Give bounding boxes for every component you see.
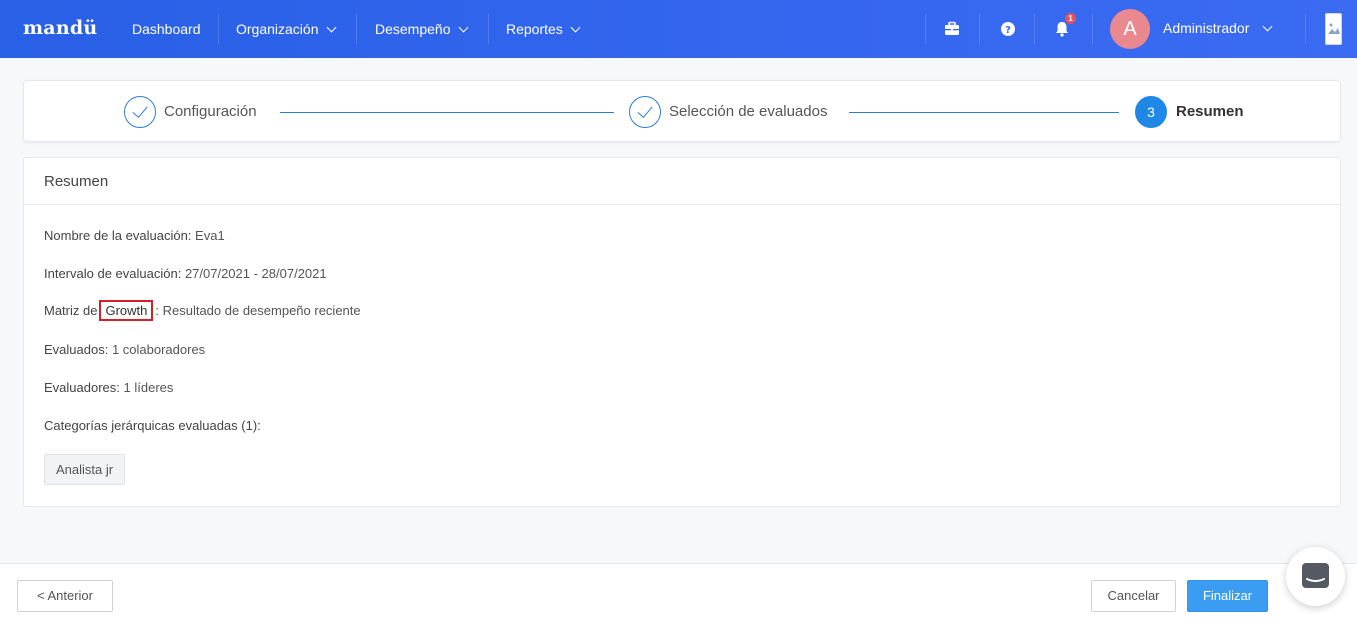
- nav-desempeno-label: Desempeño: [375, 21, 451, 37]
- avatar[interactable]: A: [1110, 9, 1150, 49]
- user-name: Administrador: [1163, 20, 1250, 36]
- step-connector: [280, 112, 614, 113]
- evaluation-interval-value: 27/07/2021 - 28/07/2021: [184, 266, 327, 281]
- previous-button[interactable]: < Anterior: [17, 580, 113, 612]
- chevron-down-icon: [570, 22, 581, 33]
- chat-launcher[interactable]: [1286, 547, 1345, 606]
- nav-divider: [1092, 14, 1093, 44]
- logo[interactable]: mandü: [23, 17, 97, 39]
- help-icon[interactable]: ?: [998, 19, 1018, 39]
- evaluation-name-label: Nombre de la evaluación:: [44, 228, 192, 243]
- image-placeholder-icon: [1328, 23, 1340, 34]
- chevron-down-icon: [458, 22, 468, 33]
- nav-divider: [218, 14, 219, 44]
- evaluated-value: 1 colaboradores: [111, 342, 206, 357]
- evaluation-name-value: Eva1: [195, 228, 225, 243]
- nav-divider: [1034, 14, 1035, 44]
- summary-title: Resumen: [24, 158, 1340, 205]
- matrix-label: Matriz de: [44, 303, 98, 318]
- step-connector: [849, 112, 1119, 113]
- step-2-label[interactable]: Selección de evaluados: [669, 81, 827, 143]
- nav-dashboard[interactable]: Dashboard: [132, 0, 201, 58]
- evaluated-row: Evaluados: 1 colaboradores: [44, 342, 205, 357]
- nav-divider: [488, 14, 489, 44]
- chat-icon: [1302, 563, 1329, 588]
- evaluated-label: Evaluados:: [44, 342, 109, 357]
- broken-image-icon[interactable]: [1325, 13, 1342, 45]
- svg-text:?: ?: [1005, 25, 1011, 36]
- nav-organizacion[interactable]: Organización: [236, 0, 336, 58]
- user-menu[interactable]: Administrador: [1163, 0, 1273, 56]
- nav-reportes[interactable]: Reportes: [506, 0, 581, 58]
- evaluation-interval-row: Intervalo de evaluación: 27/07/2021 - 28…: [44, 266, 327, 281]
- matrix-value: : Resultado de desempeño reciente: [155, 303, 361, 318]
- nav-dashboard-label: Dashboard: [132, 21, 201, 37]
- evaluators-row: Evaluadores: 1 líderes: [44, 380, 173, 395]
- nav-divider: [356, 14, 357, 44]
- step-2-check-icon: [629, 96, 661, 128]
- step-1-label[interactable]: Configuración: [164, 81, 257, 143]
- notification-badge: 1: [1065, 13, 1076, 24]
- step-3-label: Resumen: [1176, 103, 1244, 120]
- nav-reportes-label: Reportes: [506, 21, 563, 37]
- top-navbar: mandü Dashboard Organización Desempeño R…: [0, 0, 1357, 58]
- chevron-down-icon: [326, 22, 336, 33]
- evaluation-interval-label: Intervalo de evaluación:: [44, 266, 182, 281]
- briefcase-icon[interactable]: [942, 19, 962, 39]
- evaluation-name-row: Nombre de la evaluación: Eva1: [44, 228, 225, 243]
- chevron-down-icon: [1262, 21, 1273, 32]
- matrix-highlight: Growth: [99, 300, 154, 321]
- cancel-button[interactable]: Cancelar: [1091, 580, 1176, 612]
- category-chip: Analista jr: [44, 454, 126, 485]
- step-1-check-icon: [124, 96, 156, 128]
- categories-row: Categorías jerárquicas evaluadas (1):: [44, 418, 261, 433]
- evaluators-label: Evaluadores:: [44, 380, 120, 395]
- finish-button[interactable]: Finalizar: [1187, 580, 1268, 612]
- footer-bar: < Anterior Cancelar Finalizar: [0, 563, 1357, 628]
- nav-divider: [1305, 14, 1306, 44]
- nav-organizacion-label: Organización: [236, 21, 319, 37]
- evaluators-value: 1 líderes: [123, 380, 174, 395]
- step-3-number: 3: [1135, 96, 1167, 128]
- nav-divider: [925, 14, 926, 44]
- nav-divider: [979, 14, 980, 44]
- summary-card: Resumen Nombre de la evaluación: Eva1 In…: [23, 157, 1341, 507]
- nav-desempeno[interactable]: Desempeño: [375, 0, 468, 58]
- matrix-row: Matriz de Growth: Resultado de desempeño …: [44, 300, 361, 321]
- wizard-stepper: Configuración Selección de evaluados 3 R…: [23, 80, 1341, 142]
- categories-label: Categorías jerárquicas evaluadas (1):: [44, 418, 261, 433]
